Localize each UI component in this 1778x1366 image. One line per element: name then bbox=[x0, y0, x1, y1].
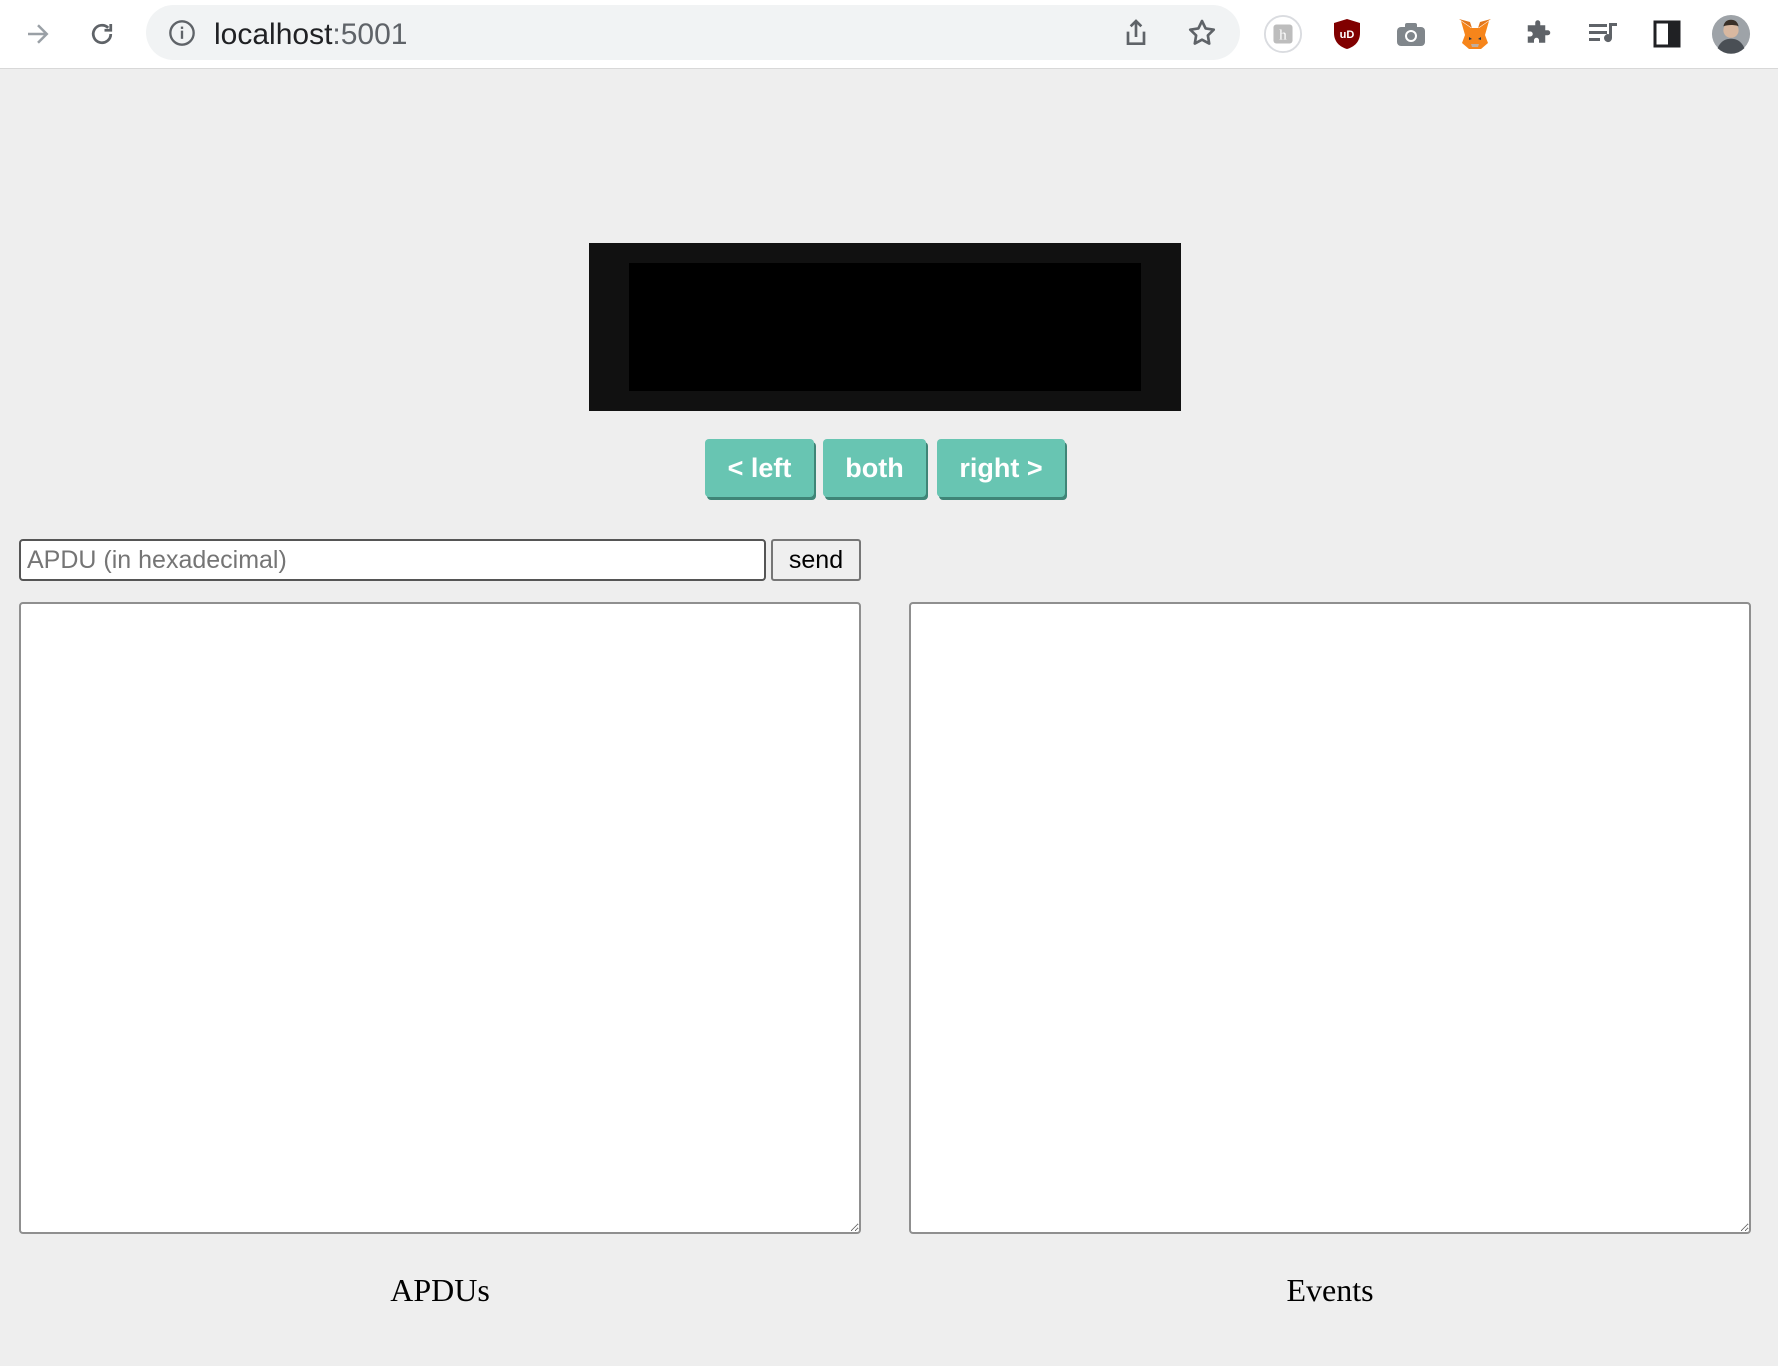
left-button[interactable]: < left bbox=[705, 439, 814, 497]
forward-arrow-icon[interactable] bbox=[18, 14, 58, 54]
ublock-origin-icon[interactable]: uD bbox=[1327, 14, 1367, 54]
url-host: localhost bbox=[214, 18, 333, 51]
send-button[interactable]: send bbox=[771, 539, 861, 581]
both-button[interactable]: both bbox=[823, 439, 926, 497]
svg-text:h: h bbox=[1279, 27, 1287, 44]
apdus-label: APDUs bbox=[390, 1272, 490, 1308]
url-port: :5001 bbox=[332, 18, 408, 51]
browser-toolbar: localhost:5001 h uD bbox=[0, 0, 1778, 69]
events-label: Events bbox=[1286, 1272, 1374, 1308]
reload-icon[interactable] bbox=[82, 14, 122, 54]
hypothesis-extension-icon[interactable]: h bbox=[1263, 14, 1303, 54]
info-icon[interactable] bbox=[168, 19, 196, 47]
share-icon[interactable] bbox=[1120, 17, 1152, 49]
device-screen bbox=[629, 263, 1141, 391]
right-button[interactable]: right > bbox=[937, 439, 1065, 497]
apdu-input[interactable] bbox=[19, 539, 766, 581]
url-text[interactable]: localhost:5001 bbox=[214, 18, 407, 52]
camera-extension-icon[interactable] bbox=[1391, 14, 1431, 54]
puzzle-extensions-icon[interactable] bbox=[1519, 14, 1559, 54]
side-panel-icon[interactable] bbox=[1647, 14, 1687, 54]
device-screen-frame bbox=[589, 243, 1181, 411]
events-textarea[interactable] bbox=[909, 602, 1751, 1234]
metamask-fox-icon[interactable] bbox=[1455, 14, 1495, 54]
svg-text:uD: uD bbox=[1340, 29, 1355, 41]
apdus-textarea[interactable] bbox=[19, 602, 861, 1234]
profile-avatar[interactable] bbox=[1711, 14, 1751, 54]
address-bar[interactable]: localhost:5001 bbox=[146, 5, 1240, 60]
star-icon[interactable] bbox=[1186, 17, 1218, 49]
media-queue-icon[interactable] bbox=[1583, 14, 1623, 54]
